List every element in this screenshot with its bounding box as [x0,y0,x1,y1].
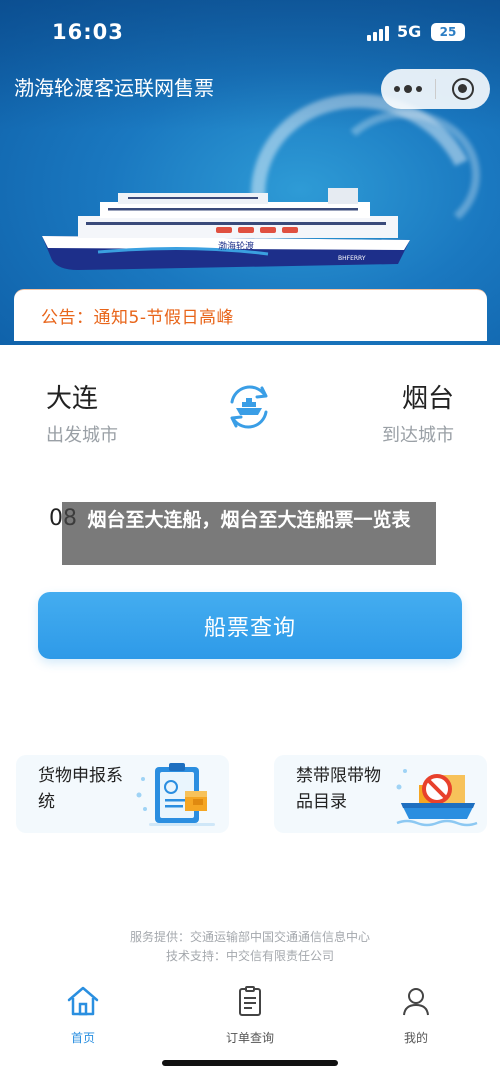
tab-profile[interactable]: 我的 [371,985,461,1046]
network-type: 5G [397,22,422,41]
tab-bar: 首页 订单查询 我的 [0,975,500,1068]
user-icon [403,988,429,1016]
cargo-declaration-label: 货物申报系统 [38,766,123,812]
signal-icon [367,26,389,41]
ship-swap-icon[interactable] [222,380,276,434]
tab-home[interactable]: 首页 [38,985,128,1046]
ship-name-text: 渤海轮渡 [218,240,254,252]
arrival-city[interactable]: 烟台 到达城市 [382,378,454,447]
cargo-declaration-icon [136,763,215,826]
tab-home-label: 首页 [70,1031,95,1045]
tab-profile-label: 我的 [403,1031,428,1045]
more-dots-icon[interactable] [381,85,435,93]
status-time: 16:03 [52,20,124,44]
target-circle-icon[interactable] [436,78,490,100]
prohibited-items-label: 禁带限带物品目录 [296,766,381,812]
home-indicator [162,1060,338,1066]
cargo-declaration-card[interactable]: 货物申报系统 [16,755,229,833]
service-provider-text: 服务提供：交通运输部中国交通通信信息中心 [129,930,370,944]
tech-support-text: 技术支持：中交信有限责任公司 [165,949,334,963]
battery-icon: 25 [431,23,465,41]
prohibited-items-icon [396,769,478,827]
status-bar: 16:03 5G 25 [0,18,500,48]
notice-text: 公告：通知5-节假日高峰 [41,308,234,328]
ticket-search-button[interactable]: 船票查询 [38,592,462,659]
page-title: 渤海轮渡客运联网售票 [14,76,214,100]
tab-orders[interactable]: 订单查询 [205,985,295,1046]
order-list-icon [239,986,261,1016]
ferry-illustration: 渤海轮渡 BHFERRY [42,188,410,270]
arrival-city-name: 烟台 [401,384,454,414]
arrival-city-label: 到达城市 [382,425,454,446]
tab-orders-label: 订单查询 [225,1031,274,1045]
notice-bar[interactable]: 公告：通知5-节假日高峰 [14,289,487,341]
home-icon [67,986,99,1016]
departure-city-label: 出发城市 [46,425,118,446]
caption-overlay: 烟台至大连船，烟台至大连船票一览表 [62,502,436,565]
ship-hull-text: BHFERRY [338,255,366,262]
departure-city[interactable]: 大连 出发城市 [46,378,118,447]
prohibited-items-card[interactable]: 禁带限带物品目录 [274,755,487,833]
mini-program-capsule [381,69,490,109]
departure-city-name: 大连 [46,384,99,414]
